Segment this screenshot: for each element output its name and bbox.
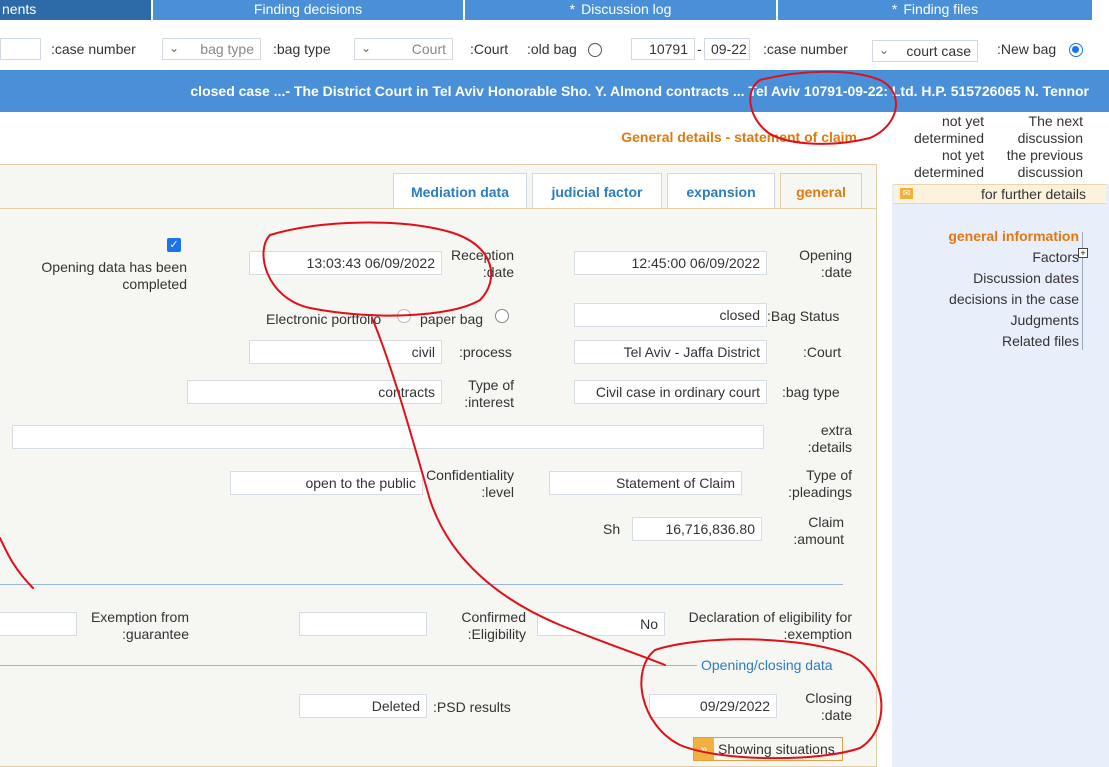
checkbox-checked-icon[interactable]: ✓ <box>167 238 181 252</box>
showing-situations-button[interactable]: » Showing situations <box>693 737 843 761</box>
new-bag-radio[interactable] <box>1069 43 1083 57</box>
process-label: :process <box>459 344 512 360</box>
right-sidebar: not yet determined The next discussion not… <box>892 112 1109 767</box>
declaration-field[interactable]: No <box>537 612 665 636</box>
sidebar-item-related-files[interactable]: Related files <box>948 331 1079 352</box>
previous-discussion-label: the previous discussion <box>1006 147 1083 180</box>
case-number-label: :case number <box>51 41 136 57</box>
confidentiality-label: Confidentiality:level <box>426 467 514 500</box>
further-details-link[interactable]: ✉ for further details <box>894 184 1106 204</box>
tabs-divider <box>0 208 877 209</box>
sidebar-nav: general information Factors Discussion d… <box>948 226 1079 352</box>
tab-nents[interactable]: nents <box>0 0 153 20</box>
old-bag-label: :old bag <box>527 41 577 57</box>
showing-situations-label: Showing situations <box>718 741 835 757</box>
declaration-label: Declaration of eligibility for:exemption <box>688 609 852 642</box>
new-bag-label: :New bag <box>997 41 1057 57</box>
chevron-down-icon: ⌄ <box>361 41 372 55</box>
reception-date-label: Reception:date <box>450 247 514 280</box>
court-case-select[interactable]: ⌄ court case <box>872 40 978 62</box>
double-chevron-down-icon: » <box>694 738 714 760</box>
closing-date-label: Closing:date <box>805 690 852 723</box>
bag-type-select[interactable]: ⌄ bag type <box>162 38 261 60</box>
tab-mediation-data[interactable]: Mediation data <box>393 173 527 209</box>
case-number-label-2: :case number <box>763 41 848 57</box>
tab-discussion-log[interactable]: * Discussion log <box>465 0 778 20</box>
sidebar-item-judgments[interactable]: Judgments <box>948 310 1079 331</box>
case-number-dash: - <box>697 41 702 57</box>
tab-general[interactable]: general <box>780 173 862 209</box>
court-field[interactable]: Tel Aviv - Jaffa District <box>574 340 767 364</box>
claim-amount-label: Claim:amount <box>793 514 844 547</box>
psd-results-field[interactable]: Deleted <box>299 694 427 718</box>
psd-results-label: :PSD results <box>433 699 511 715</box>
electronic-portfolio-label: Electronic portfolio <box>266 311 382 327</box>
confidentiality-field[interactable]: open to the public <box>230 471 423 495</box>
case-number-input-1[interactable] <box>0 38 41 60</box>
pleadings-label: Type of:pleadings <box>788 467 852 500</box>
court-field-label: :Court <box>803 344 842 360</box>
confirmed-eligibility-field[interactable] <box>299 612 427 636</box>
claim-amount-field[interactable]: 16,716,836.80 <box>632 517 762 541</box>
interest-type-field[interactable]: contracts <box>187 380 442 404</box>
sidebar-item-discussion-dates[interactable]: Discussion dates <box>948 268 1079 289</box>
confirmed-eligibility-label: Confirmed:Eligibility <box>461 609 526 642</box>
extra-details-field[interactable] <box>12 425 764 449</box>
sidebar-item-decisions[interactable]: decisions in the case <box>948 289 1079 310</box>
sidebar-item-factors[interactable]: Factors <box>948 247 1079 268</box>
sidebar-item-general-information[interactable]: general information <box>948 226 1079 247</box>
chevron-down-icon: ⌄ <box>169 41 180 55</box>
next-discussion-label: The next discussion <box>1017 113 1083 146</box>
previous-discussion-value: not yet determined <box>913 147 984 180</box>
tab-judicial-factor[interactable]: judicial factor <box>532 173 662 209</box>
process-field[interactable]: civil <box>249 340 442 364</box>
court-select[interactable]: ⌄ Court <box>354 38 453 60</box>
extra-details-label: extra:details <box>807 422 852 455</box>
opening-completed-label: Opening data has been completed <box>41 259 187 292</box>
tab-finding-decisions[interactable]: Finding decisions <box>153 0 465 20</box>
bag-type-field-label: :bag type <box>782 384 840 400</box>
closing-date-field[interactable]: 09/29/2022 <box>649 694 777 718</box>
opening-closing-divider <box>0 665 700 666</box>
court-label: :Court <box>470 41 509 57</box>
electronic-portfolio-radio[interactable] <box>397 309 411 323</box>
paper-bag-label: paper bag <box>420 311 484 327</box>
pleadings-field[interactable]: Statement of Claim <box>549 471 742 495</box>
star-icon: * <box>569 1 576 17</box>
bag-type-field[interactable]: Civil case in ordinary court <box>574 380 767 404</box>
opening-date-field[interactable]: 12:45:00 06/09/2022 <box>574 251 767 275</box>
old-bag-radio[interactable] <box>588 43 602 57</box>
case-number-part2-input[interactable]: 09-22 <box>704 38 750 60</box>
paper-bag-radio[interactable] <box>495 309 509 323</box>
top-tabs: nents Finding decisions * Discussion log … <box>0 0 1109 22</box>
bag-status-field[interactable]: closed <box>574 303 767 327</box>
search-row: :case number ⌄ bag type :bag type ⌄ Cour… <box>0 22 1109 70</box>
case-header-band: closed case ...- The District Court in T… <box>0 70 1109 112</box>
envelope-icon: ✉ <box>900 188 913 199</box>
star-icon: * <box>891 1 898 17</box>
plus-icon[interactable]: + <box>1078 248 1088 258</box>
next-discussion-value: not yet determined <box>913 113 984 146</box>
exemption-guarantee-label: Exemption from:guarantee <box>90 609 189 642</box>
discussion-summary: not yet determined The next discussion not… <box>892 112 1109 184</box>
case-number-part1-input[interactable]: 10791 <box>631 38 695 60</box>
reception-date-field[interactable]: 13:03:43 06/09/2022 <box>249 251 442 275</box>
tab-finding-files[interactable]: * Finding files <box>778 0 1092 20</box>
opening-closing-section-label[interactable]: Opening/closing data <box>697 657 833 673</box>
tab-expansion[interactable]: expansion <box>667 173 775 209</box>
bag-type-label: :bag type <box>273 41 331 57</box>
section-divider <box>0 584 843 585</box>
panel-tabs: Mediation data judicial factor expansion… <box>393 173 862 209</box>
exemption-guarantee-field[interactable] <box>0 612 77 636</box>
section-title: General details - statement of claim <box>621 129 857 145</box>
chevron-down-icon: ⌄ <box>879 43 890 57</box>
case-header-text: closed case ...- The District Court in T… <box>190 83 1089 99</box>
currency-label: Sh <box>603 521 621 537</box>
bag-status-label: :Bag Status <box>767 308 840 324</box>
opening-date-label: Opening:date <box>799 247 852 280</box>
interest-type-label: Type of:interest <box>464 377 514 410</box>
